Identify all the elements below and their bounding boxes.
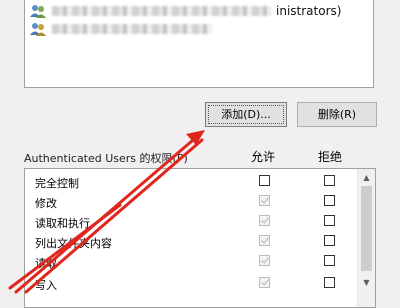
deny-checkbox[interactable] <box>324 277 335 288</box>
remove-button[interactable]: 删除(R) <box>297 102 377 127</box>
deny-column-header: 拒绝 <box>318 150 343 164</box>
permission-name: 完全控制 <box>35 177 79 190</box>
permission-row: 读取和执行 <box>25 212 359 232</box>
permission-name: 修改 <box>35 197 57 210</box>
allow-checkbox[interactable] <box>259 277 270 288</box>
user-list-item[interactable]: inistrators) <box>30 3 370 19</box>
deny-checkbox[interactable] <box>324 255 335 266</box>
allow-checkbox[interactable] <box>259 175 270 186</box>
permissions-list: 完全控制 修改 读取和执行 列出文件夹内容 读取 写入 ▲ ▼ <box>24 168 376 308</box>
group-user-list: inistrators) <box>24 0 374 88</box>
user-name-suffix: inistrators) <box>276 4 342 18</box>
user-group-icon <box>30 5 46 18</box>
permission-row: 读取 <box>25 252 359 272</box>
user-list-item[interactable] <box>30 21 370 37</box>
scroll-thumb[interactable] <box>361 186 372 271</box>
user-name-redacted <box>52 6 272 16</box>
allow-checkbox[interactable] <box>259 215 270 226</box>
scroll-up-icon[interactable]: ▲ <box>358 169 375 186</box>
allow-column-header: 允许 <box>251 150 276 164</box>
add-button[interactable]: 添加(D)... <box>205 102 287 127</box>
permission-name: 读取和执行 <box>35 217 90 230</box>
deny-checkbox[interactable] <box>324 235 335 246</box>
allow-checkbox[interactable] <box>259 235 270 246</box>
allow-checkbox[interactable] <box>259 255 270 266</box>
permission-row: 列出文件夹内容 <box>25 232 359 252</box>
deny-checkbox[interactable] <box>324 195 335 206</box>
allow-checkbox[interactable] <box>259 195 270 206</box>
permission-row: 写入 <box>25 274 359 294</box>
user-name-redacted <box>52 24 212 34</box>
annotation-arrowhead <box>186 130 205 145</box>
permission-name: 读取 <box>35 257 57 270</box>
permission-row: 修改 <box>25 192 359 212</box>
deny-checkbox[interactable] <box>324 175 335 186</box>
permission-name: 列出文件夹内容 <box>35 237 112 250</box>
deny-checkbox[interactable] <box>324 215 335 226</box>
permissions-title: Authenticated Users 的权限(P) <box>24 152 188 165</box>
permissions-scrollbar[interactable]: ▲ ▼ <box>357 169 375 307</box>
user-group-icon <box>30 23 46 36</box>
permission-row: 完全控制 <box>25 172 359 192</box>
scroll-down-icon[interactable]: ▼ <box>358 274 375 291</box>
permission-name: 写入 <box>35 279 57 292</box>
